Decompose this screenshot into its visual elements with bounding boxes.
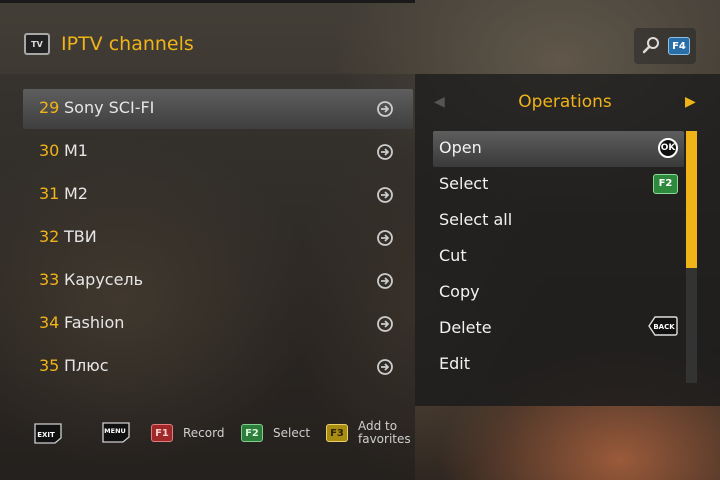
f3-key-badge[interactable]: F3 [326,424,348,442]
channel-name: Sony SCI-FI [64,98,155,117]
channel-number: 31 [39,184,60,203]
scrollbar-thumb[interactable] [686,131,697,268]
channel-number: 30 [39,141,60,160]
channel-number: 32 [39,227,60,246]
add-to-favorites-hint-line2: favorites [358,432,411,446]
menu-item-label: Select all [439,210,513,229]
f1-key-badge[interactable]: F1 [151,424,173,442]
play-arrow-icon [377,101,393,117]
menu-item-select[interactable]: Select F2 [433,167,684,203]
play-arrow-icon [377,359,393,375]
record-hint: Record [183,426,225,440]
menu-item-select-all[interactable]: Select all [433,203,684,239]
menu-item-open[interactable]: Open OK [433,131,684,167]
tv-icon-label: TV [31,39,43,49]
back-key-icon: BACK [648,316,678,336]
channel-name: M2 [64,184,88,203]
channel-row[interactable]: 34 Fashion [23,304,413,344]
menu-item-label: Edit [439,354,470,373]
channel-row[interactable]: 35 Плюс [23,347,413,387]
menu-key-icon[interactable]: MENU [101,421,131,443]
play-arrow-icon [377,144,393,160]
f2-key-badge[interactable]: F2 [241,424,263,442]
channel-name: Fashion [64,313,125,332]
back-key-label: BACK [653,323,675,331]
play-arrow-icon [377,273,393,289]
select-hint: Select [273,426,311,440]
f4-key-badge: F4 [668,37,690,55]
channel-row[interactable]: 29 Sony SCI-FI [23,89,413,129]
menu-key-label: MENU [104,427,126,435]
channel-number: 35 [39,356,60,375]
next-arrow-icon[interactable]: ▶ [685,94,696,110]
channel-name: ТВИ [64,227,97,246]
menu-item-label: Copy [439,282,480,301]
play-arrow-icon [377,187,393,203]
f2-key-badge: F2 [653,174,678,194]
search-icon[interactable] [642,36,660,54]
menu-item-delete[interactable]: Delete BACK [433,311,684,347]
channel-name: M1 [64,141,88,160]
menu-item-cut[interactable]: Cut [433,239,684,275]
channel-number: 29 [39,98,60,117]
add-to-favorites-hint-line1: Add to [358,419,398,433]
menu-item-label: Open [439,138,482,157]
exit-key-label: EXIT [37,431,55,439]
channel-row[interactable]: 32 ТВИ [23,218,413,258]
channel-row[interactable]: 31 M2 [23,175,413,215]
menu-item-edit[interactable]: Edit [433,347,684,383]
play-arrow-icon [377,230,393,246]
tv-icon: TV [24,33,50,55]
menu-item-label: Delete [439,318,492,337]
channel-row[interactable]: 33 Карусель [23,261,413,301]
exit-key-icon[interactable]: EXIT [33,422,63,444]
channel-row[interactable]: 30 M1 [23,132,413,172]
channel-name: Карусель [64,270,144,289]
menu-item-label: Select [439,174,489,193]
menu-item-copy[interactable]: Copy [433,275,684,311]
channel-number: 33 [39,270,60,289]
ok-key-badge: OK [658,138,678,158]
header-divider [0,0,415,3]
channel-name: Плюс [64,356,109,375]
channel-number: 34 [39,313,60,332]
play-arrow-icon [377,316,393,332]
operations-title: Operations [518,92,612,112]
menu-item-label: Cut [439,246,467,265]
page-title: IPTV channels [61,33,194,55]
